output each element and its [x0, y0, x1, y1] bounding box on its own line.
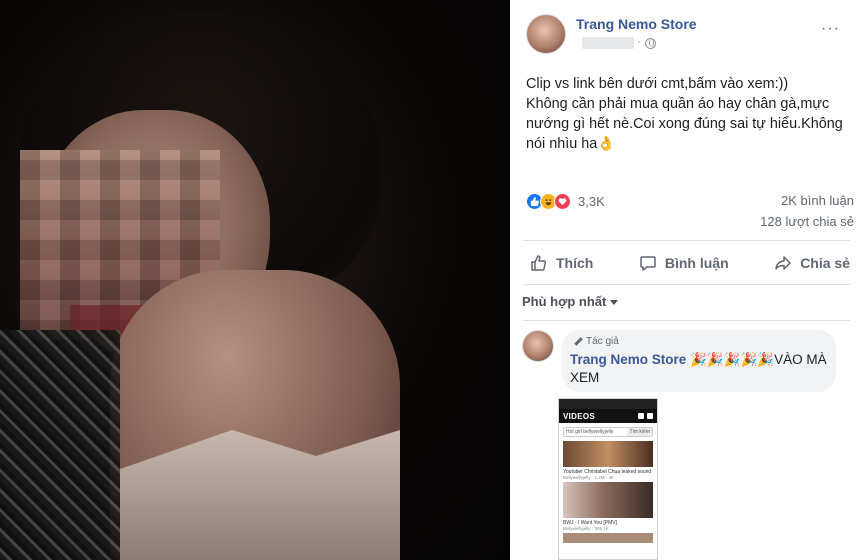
video-site-header: VIDEOS — [559, 409, 657, 423]
shares-count-link[interactable]: 128 lượt chia sẻ — [760, 214, 854, 229]
phone-status-bar — [559, 399, 657, 409]
author-name[interactable]: Trang Nemo Store — [576, 16, 697, 32]
divider — [524, 284, 850, 285]
like-button[interactable]: Thích — [530, 254, 593, 272]
logo-text: VIDEOS — [563, 411, 596, 421]
post-text: Clip vs link bên dưới cmt,bấm vào xem:))… — [526, 74, 846, 154]
share-label: Chia sẻ — [800, 255, 850, 271]
author-avatar[interactable] — [526, 14, 566, 54]
comment-body: Trang Nemo Store 🎉🎉🎉🎉🎉VÀO MÀ XEM — [570, 351, 830, 387]
header-icons — [638, 413, 653, 419]
pencil-icon — [574, 337, 583, 346]
reactions-summary[interactable]: 3,3K — [526, 192, 605, 210]
photo-scarf — [0, 330, 120, 560]
divider — [524, 240, 850, 241]
user-icon — [638, 413, 644, 419]
meta-separator: · — [637, 34, 641, 48]
divider — [524, 320, 850, 321]
post-photo[interactable] — [0, 0, 510, 560]
post-text-line: nướng gì hết nè.Coi xong đúng sai tự hiể… — [526, 116, 843, 132]
thumb-search-text: Hot girl bellywellyjelly — [566, 429, 614, 435]
video-site-logo: VIDEOS — [563, 412, 595, 421]
thumb-search-button: Tìm kiếm — [627, 428, 652, 436]
menu-icon — [647, 413, 653, 419]
post-text-line: Clip vs link bên dưới cmt,bấm vào xem:)) — [526, 76, 789, 92]
post-text-line: nói nhìu ha👌 — [526, 136, 616, 152]
comment-button[interactable]: Bình luận — [639, 254, 729, 272]
comment-author[interactable]: Trang Nemo Store — [570, 352, 686, 367]
comment-image-attachment[interactable]: VIDEOS Hot girl bellywellyjelly Tìm kiếm… — [558, 398, 658, 560]
thumb-video-3 — [563, 533, 653, 543]
post-text-line: Không cần phải mua quần áo hay chân gà,m… — [526, 96, 830, 112]
globe-icon[interactable] — [645, 38, 656, 49]
post-header: Trang Nemo Store · ··· — [524, 10, 854, 56]
reaction-count: 3,3K — [578, 193, 605, 209]
post-actions: Thích Bình luận Chia sẻ — [530, 248, 850, 278]
share-icon — [774, 254, 794, 272]
comment-bubble: Tác giả Trang Nemo Store 🎉🎉🎉🎉🎉VÀO MÀ XEM — [562, 330, 836, 392]
thumb-video-1 — [563, 441, 653, 467]
thumb-search-box: Hot girl bellywellyjelly Tìm kiếm — [563, 427, 653, 437]
comment-label: Bình luận — [664, 255, 729, 271]
comment-sort-dropdown[interactable]: Phù hợp nhất — [522, 294, 619, 309]
sort-label: Phù hợp nhất — [522, 294, 607, 309]
caret-down-icon — [610, 300, 619, 306]
more-options-icon[interactable]: ··· — [821, 20, 840, 38]
comment-icon — [639, 254, 659, 272]
thumbs-up-icon — [530, 254, 550, 272]
like-label: Thích — [556, 255, 594, 271]
love-icon — [554, 192, 571, 210]
thumb-video-2 — [563, 482, 653, 518]
comments-count-link[interactable]: 2K bình luận — [781, 193, 854, 208]
post-timestamp-blurred[interactable] — [582, 37, 634, 49]
author-tag: Tác giả — [574, 336, 619, 347]
share-button[interactable]: Chia sẻ — [774, 254, 850, 272]
commenter-avatar[interactable] — [522, 330, 554, 362]
author-tag-label: Tác giả — [586, 336, 619, 347]
thumb-sub-1: Bellywellyjelly · 1,2M · 4K — [563, 475, 615, 480]
thumb-sub-2: Bellywellyjelly · 305,1K — [563, 526, 609, 531]
